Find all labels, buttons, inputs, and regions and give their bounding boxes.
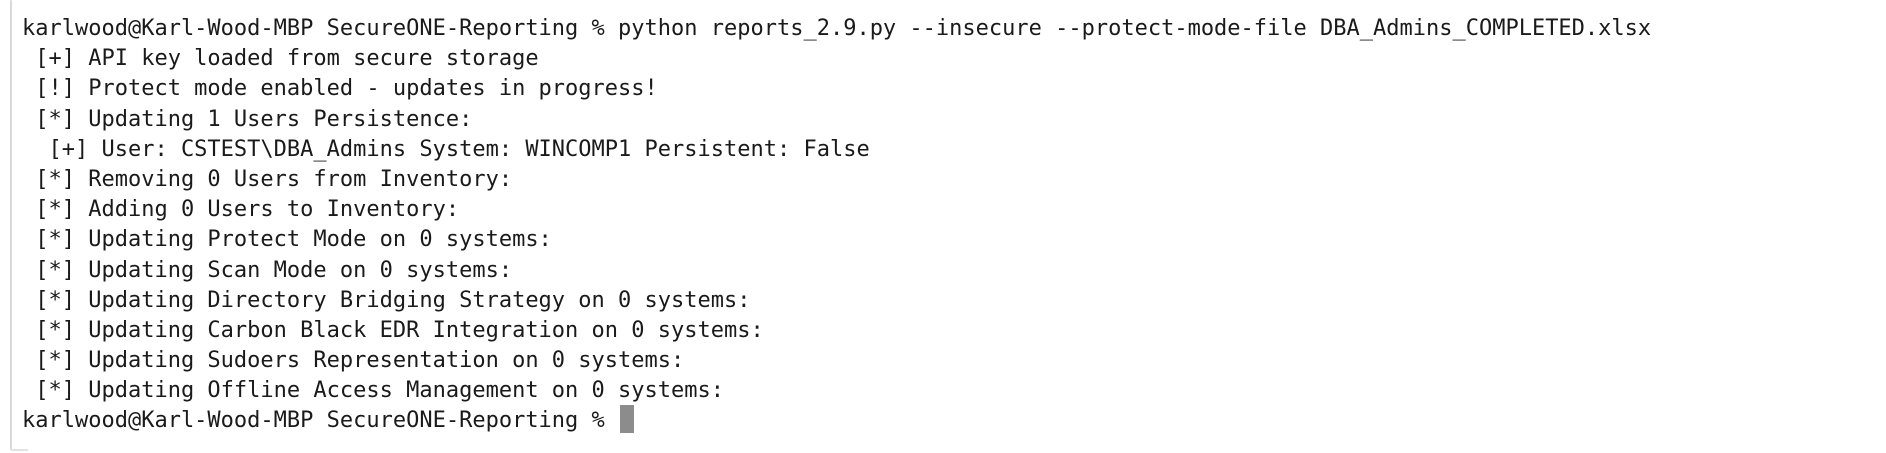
output-line: [*] Updating Sudoers Representation on 0… [22,348,685,374]
terminal-window[interactable]: karlwood@Karl-Wood-MBP SecureONE-Reporti… [0,0,1886,453]
command-line: karlwood@Karl-Wood-MBP SecureONE-Reporti… [22,14,1886,44]
command-prompt: karlwood@Karl-Wood-MBP SecureONE-Reporti… [22,16,619,41]
window-bottom-edge [10,449,28,451]
output-line: [*] Adding 0 Users to Inventory: [22,197,460,223]
text-cursor [620,405,635,434]
output-line: [!] Protect mode enabled - updates in pr… [22,76,658,102]
command-text: python reports_2.9.py --insecure --prote… [618,16,1652,41]
output-line: [*] Removing 0 Users from Inventory: [22,166,513,192]
final-prompt-line[interactable]: karlwood@Karl-Wood-MBP SecureONE-Reporti… [22,405,1886,436]
window-left-edge [10,0,12,450]
output-line: [*] Updating Directory Bridging Strategy… [22,287,751,313]
output-line: [*] Updating Scan Mode on 0 systems: [22,257,513,283]
output-line: [+] API key loaded from secure storage [22,46,539,72]
final-prompt: karlwood@Karl-Wood-MBP SecureONE-Reporti… [22,408,619,434]
output-line: [*] Updating Carbon Black EDR Integratio… [22,317,764,343]
output-line: [*] Updating Offline Access Management o… [22,378,724,404]
terminal-output: karlwood@Karl-Wood-MBP SecureONE-Reporti… [22,14,1886,437]
output-line: [+] User: CSTEST\DBA_Admins System: WINC… [22,136,870,162]
output-line: [*] Updating Protect Mode on 0 systems: [22,227,552,253]
output-line: [*] Updating 1 Users Persistence: [22,106,473,132]
